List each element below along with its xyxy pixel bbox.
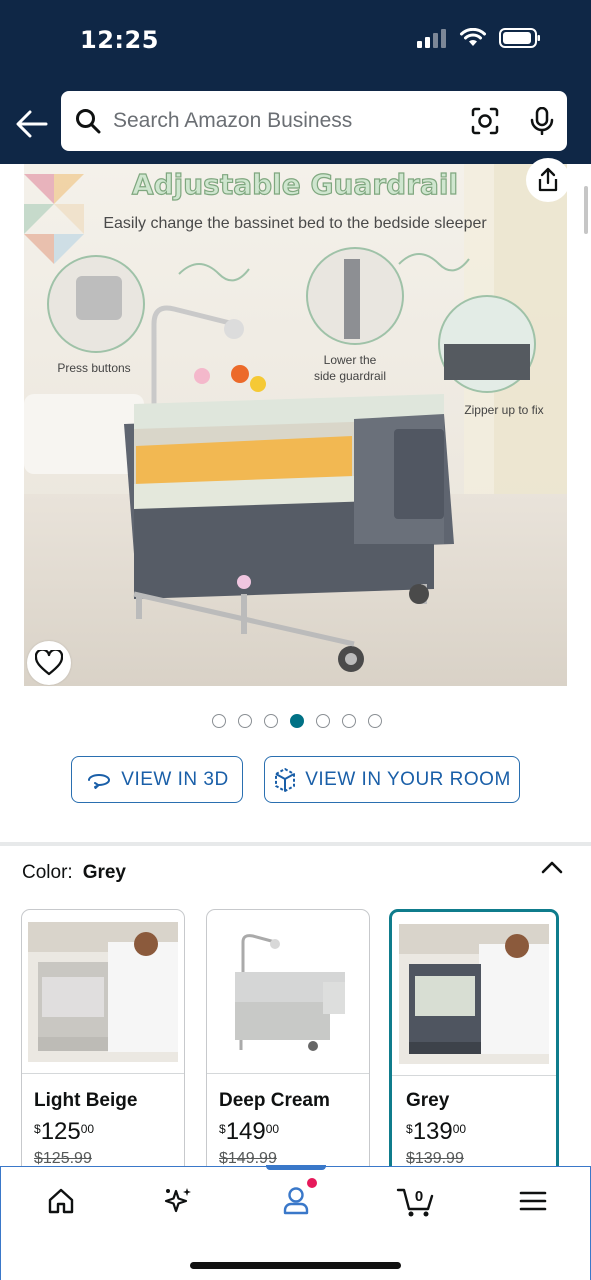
view-in-your-room-button[interactable]: VIEW IN YOUR ROOM: [264, 756, 520, 803]
active-tab-indicator: [266, 1165, 326, 1170]
search-placeholder: Search Amazon Business: [113, 109, 353, 132]
search-header: Search Amazon Business: [0, 84, 591, 164]
back-arrow-icon[interactable]: [14, 106, 50, 142]
swatch-deep-cream[interactable]: Deep Cream $14900 $149.99: [206, 909, 370, 1179]
carousel-dot[interactable]: [367, 714, 382, 728]
view-in-3d-button[interactable]: VIEW IN 3D: [71, 756, 243, 803]
search-input[interactable]: Search Amazon Business: [61, 91, 567, 151]
callout-zipper: Zipper up to fix: [464, 403, 543, 417]
person-icon: [283, 1187, 309, 1215]
status-icons: [417, 28, 541, 48]
svg-text:Lower the: Lower the: [324, 353, 377, 367]
swatch-thumbnail: [22, 910, 184, 1073]
microphone-icon[interactable]: [529, 107, 555, 135]
carousel-dot[interactable]: [315, 714, 330, 728]
tab-account[interactable]: [276, 1183, 316, 1219]
cart-count: 0: [415, 1188, 423, 1205]
wifi-icon: [460, 28, 486, 46]
view-in-your-room-label: VIEW IN YOUR ROOM: [305, 768, 511, 790]
sparkle-icon: [164, 1188, 191, 1213]
cellular-signal-icon: [417, 29, 446, 48]
battery-icon: [499, 28, 540, 48]
swatch-name: Deep Cream: [219, 1090, 330, 1111]
swatch-thumbnail: [392, 912, 556, 1075]
heart-icon: [35, 650, 63, 676]
swatch-name: Grey: [406, 1090, 450, 1111]
camera-scan-icon[interactable]: [471, 107, 499, 135]
swatch-price: $14900: [219, 1118, 280, 1145]
carousel-dot[interactable]: [237, 714, 252, 728]
tab-ai-assistant[interactable]: [158, 1183, 198, 1219]
swatch-thumbnail: [207, 910, 369, 1073]
ar-cube-icon: [275, 767, 296, 792]
home-icon: [48, 1188, 74, 1214]
swatch-light-beige[interactable]: Light Beige $12500 $125.99: [21, 909, 185, 1179]
svg-text:side guardrail: side guardrail: [314, 369, 386, 383]
home-indicator[interactable]: [190, 1262, 401, 1269]
color-label: Color:: [22, 862, 73, 883]
color-selected-value: Grey: [82, 862, 126, 883]
image-subheadline: Easily change the bassinet bed to the be…: [103, 215, 487, 232]
tab-cart[interactable]: 0: [394, 1183, 438, 1219]
share-button[interactable]: [526, 158, 570, 202]
status-time: 12:25: [80, 26, 159, 54]
product-photo: Adjustable Guardrail Easily change the b…: [24, 164, 567, 686]
cart-icon: 0: [396, 1188, 434, 1217]
tab-menu[interactable]: [513, 1183, 553, 1219]
scrollbar[interactable]: [584, 186, 588, 234]
tab-home[interactable]: [41, 1183, 81, 1219]
status-bar: 12:25: [0, 0, 591, 84]
search-icon: [76, 109, 101, 134]
product-image[interactable]: Adjustable Guardrail Easily change the b…: [24, 164, 567, 686]
share-icon: [538, 167, 558, 192]
swatch-name: Light Beige: [34, 1090, 138, 1111]
section-divider: [0, 842, 591, 846]
image-headline: Adjustable Guardrail: [132, 168, 458, 201]
color-selector-header: Color: Grey: [22, 862, 126, 884]
rotate-3d-icon: [88, 773, 111, 789]
carousel-dot[interactable]: [341, 714, 356, 728]
swatch-grey[interactable]: Grey $13900 $139.99: [389, 909, 559, 1179]
callout-press: Press buttons: [57, 361, 130, 375]
carousel-dot-active[interactable]: [289, 714, 304, 728]
carousel-dot[interactable]: [263, 714, 278, 728]
carousel-dot[interactable]: [211, 714, 226, 728]
hamburger-menu-icon: [519, 1191, 547, 1211]
swatch-price: $13900: [406, 1118, 467, 1145]
chevron-up-icon[interactable]: [540, 858, 564, 876]
view-in-3d-label: VIEW IN 3D: [121, 768, 229, 790]
favorite-button[interactable]: [27, 641, 71, 685]
carousel-dots[interactable]: [0, 714, 591, 728]
color-swatches: Light Beige $12500 $125.99 Deep Cream $1…: [0, 909, 591, 1179]
swatch-price: $12500: [34, 1118, 95, 1145]
